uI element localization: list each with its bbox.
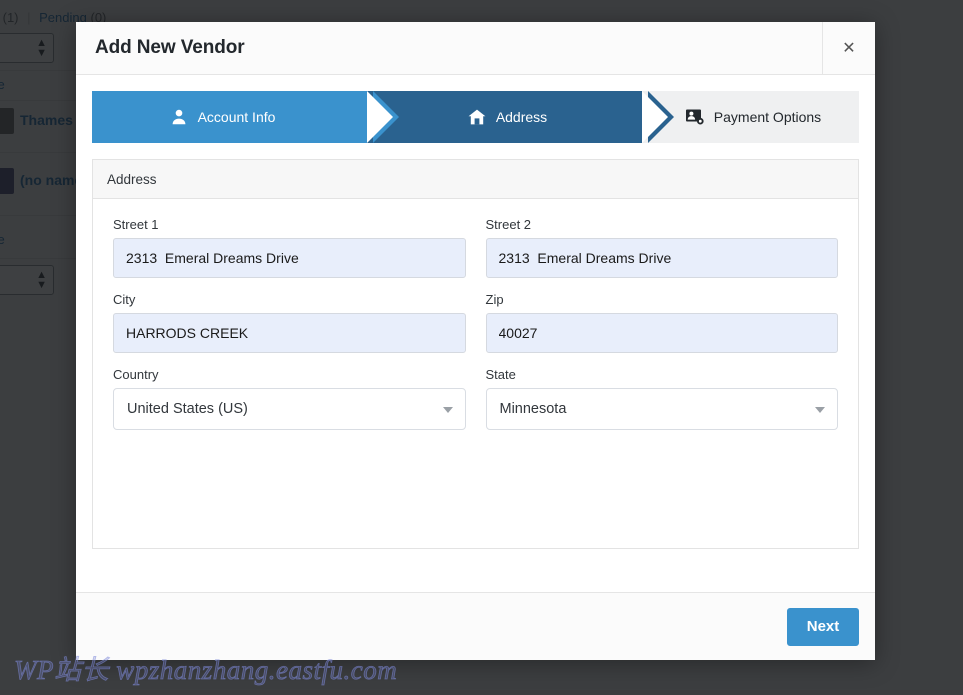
modal-title: Add New Vendor [95,37,245,58]
street-2-input[interactable] [485,238,838,278]
field-label: Street 2 [485,217,532,232]
field-zip: Zip [485,292,838,353]
field-street-2: Street 2 [485,217,838,278]
user-icon [170,108,188,126]
field-state: State Minnesota [485,367,838,430]
panel-heading: Address [93,160,858,199]
street-1-input[interactable] [113,238,466,278]
wizard-steps: Account Info Address Payment Options [92,91,859,143]
country-select-wrap: United States (US) [113,388,466,430]
form-row: Country United States (US) State Minneso… [113,367,838,430]
country-select[interactable]: United States (US) [113,388,466,430]
modal-header: Add New Vendor ✕ [76,22,875,75]
payment-icon [685,108,704,126]
field-street-1: Street 1 [113,217,466,278]
wizard-step-address[interactable]: Address [367,91,674,143]
state-select-wrap: Minnesota [485,388,838,430]
field-label: Zip [485,292,504,307]
wizard-step-label: Address [495,109,548,125]
modal-body: Account Info Address Payment Options Add… [76,75,875,592]
wizard-step-account-info[interactable]: Account Info [92,91,399,143]
city-input[interactable] [113,313,466,353]
modal-footer: Next [76,592,875,660]
field-country: Country United States (US) [113,367,466,430]
form-row: Street 1 Street 2 [113,217,838,278]
wizard-step-payment-options[interactable]: Payment Options [642,91,859,143]
field-label: City [113,292,136,307]
zip-input[interactable] [485,313,838,353]
field-city: City [113,292,466,353]
field-label: Street 1 [113,217,159,232]
state-select[interactable]: Minnesota [485,388,838,430]
close-icon[interactable]: ✕ [822,22,875,74]
form-row: City Zip [113,292,838,353]
address-form: Street 1 Street 2 City Zip [93,199,858,430]
home-icon [468,108,486,126]
wizard-step-label: Account Info [197,109,276,125]
field-label: Country [113,367,159,382]
add-new-vendor-modal: Add New Vendor ✕ Account Info Address Pa… [76,22,875,660]
wizard-step-label: Payment Options [713,109,822,125]
field-label: State [485,367,516,382]
next-button[interactable]: Next [787,607,859,646]
address-panel: Address Street 1 Street 2 City [92,159,859,549]
